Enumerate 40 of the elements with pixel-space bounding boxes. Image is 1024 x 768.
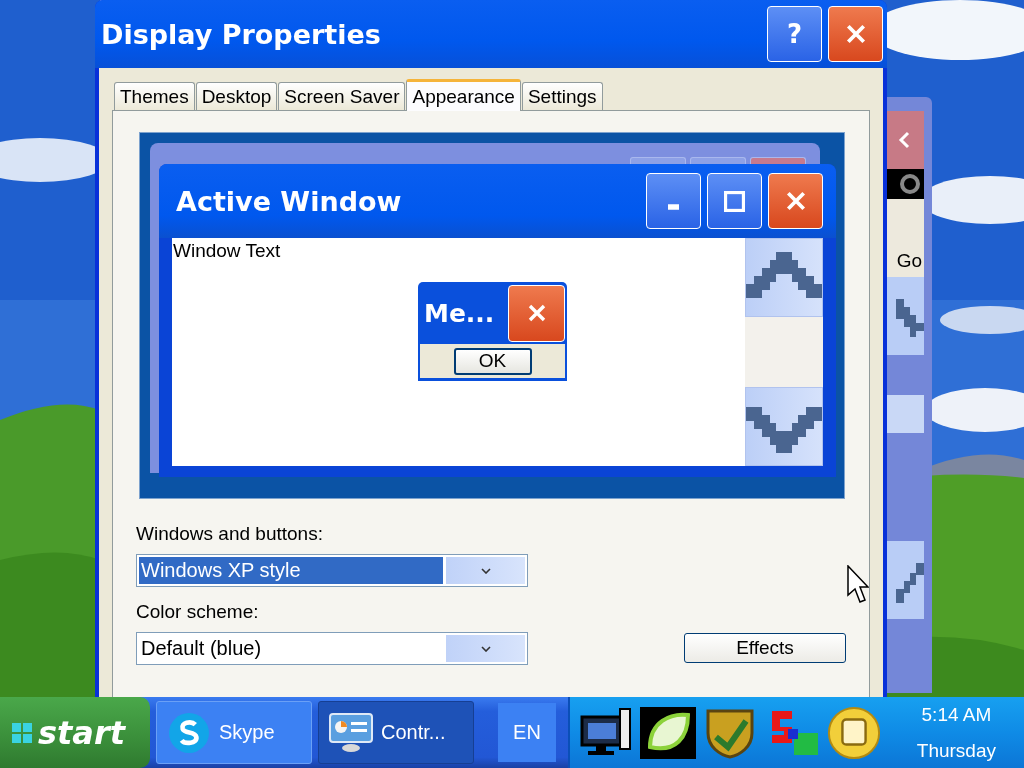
- window-text: Window Text: [173, 240, 281, 262]
- taskbar-button[interactable]: Contr...: [318, 701, 474, 764]
- window-title: Active Window: [176, 185, 402, 217]
- tab[interactable]: Screen Saver: [278, 82, 406, 110]
- close-button[interactable]: [508, 284, 565, 342]
- monitor-icon: [329, 711, 373, 754]
- clock-time: 5:14 AM: [921, 703, 992, 726]
- tab[interactable]: Themes: [114, 82, 195, 110]
- maximize-button[interactable]: [707, 173, 762, 229]
- caret-icon: [480, 567, 491, 574]
- start-button[interactable]: start: [0, 697, 150, 768]
- caret-icon: [480, 645, 491, 652]
- maximize-icon: [724, 190, 745, 212]
- ok-button[interactable]: OK: [453, 347, 532, 375]
- taskbar-button[interactable]: Skype: [156, 701, 312, 764]
- minimize-button[interactable]: [646, 173, 701, 229]
- tab[interactable]: Settings: [521, 82, 603, 110]
- close-button[interactable]: [828, 6, 883, 62]
- chat-app-icon: [167, 711, 211, 754]
- field-label: Windows and buttons:: [136, 523, 324, 545]
- dropdown[interactable]: Default (blue): [136, 632, 528, 665]
- ring-icon: [898, 172, 922, 196]
- dropdown[interactable]: Windows XP style: [136, 554, 528, 587]
- language-indicator[interactable]: EN: [498, 703, 556, 762]
- tab[interactable]: Desktop: [195, 82, 278, 110]
- cursor-icon: [847, 565, 869, 605]
- window-title: Display Properties: [101, 18, 381, 50]
- dropdown-value: Default (blue): [140, 636, 263, 661]
- close-button[interactable]: [768, 173, 823, 229]
- tab[interactable]: Appearance: [406, 79, 521, 111]
- help-button[interactable]: ?: [767, 6, 822, 62]
- field-label: Color scheme:: [136, 601, 260, 623]
- windows-logo-icon: [12, 722, 32, 743]
- effects-button[interactable]: Effects: [684, 633, 846, 663]
- message-title: Me...: [424, 298, 495, 328]
- minimize-icon: [668, 204, 679, 210]
- round-badge-icon[interactable]: [826, 705, 882, 760]
- leaf-icon[interactable]: [640, 705, 696, 760]
- clock-day: Thursday: [916, 739, 996, 762]
- dropdown-value: Windows XP style: [139, 557, 443, 584]
